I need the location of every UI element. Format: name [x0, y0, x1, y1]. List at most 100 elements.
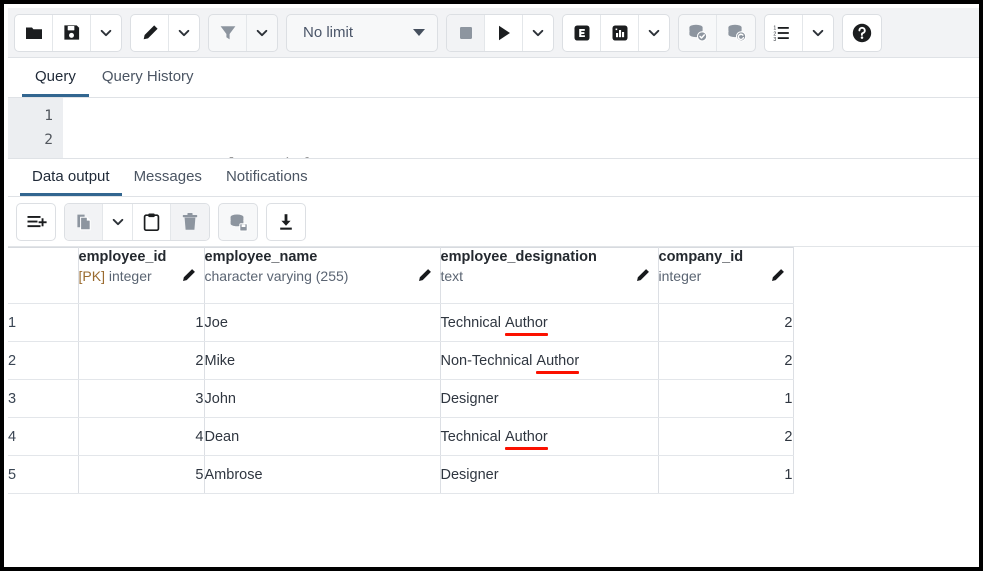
addrow-group: [16, 203, 56, 241]
column-type-text: text: [441, 268, 464, 284]
cell-employee-id[interactable]: 1: [78, 304, 204, 342]
pencil-edit-button[interactable]: [131, 15, 169, 51]
file-group: [14, 14, 122, 52]
cell-employee-designation[interactable]: Designer: [440, 380, 658, 418]
tab-data-output[interactable]: Data output: [20, 159, 122, 196]
cell-employee-designation[interactable]: Technical Author: [440, 304, 658, 342]
cell-employee-id[interactable]: 4: [78, 418, 204, 456]
cell-company-id[interactable]: 1: [658, 380, 793, 418]
execute-options-chevron-button[interactable]: [523, 15, 553, 51]
tab-notifications-label: Notifications: [226, 168, 308, 185]
save-button[interactable]: [53, 15, 91, 51]
cell-employee-id[interactable]: 5: [78, 456, 204, 494]
results-table-head: employee_id [PK] integer employee_name c…: [8, 248, 793, 304]
screenshot-frame: No limit: [0, 0, 983, 571]
row-header-corner: [8, 248, 78, 304]
help-button[interactable]: [843, 15, 881, 51]
column-type-text: character varying (255): [205, 268, 349, 284]
cell-employee-id[interactable]: 3: [78, 380, 204, 418]
row-limit-select[interactable]: No limit: [286, 14, 438, 52]
svg-text:3: 3: [773, 37, 776, 42]
cell-company-id[interactable]: 1: [658, 456, 793, 494]
delete-row-button[interactable]: [171, 204, 209, 240]
edit-column-pencil-icon[interactable]: [634, 267, 651, 288]
results-grid-container[interactable]: employee_id [PK] integer employee_name c…: [8, 247, 983, 494]
cell-employee-name[interactable]: Ambrose: [204, 456, 440, 494]
row-number: 1: [8, 304, 78, 342]
edit-column-pencil-icon[interactable]: [416, 267, 433, 288]
table-row[interactable]: 5 5 Ambrose Designer 1: [8, 456, 793, 494]
pgadmin-query-tool: No limit: [8, 8, 983, 571]
savedata-group: [218, 203, 258, 241]
column-name: employee_designation: [441, 248, 658, 267]
save-options-chevron-button[interactable]: [91, 15, 121, 51]
edit-group: [130, 14, 200, 52]
sql-code-area[interactable]: SELECT * FROM employee_info ORDER BY emp…: [63, 98, 983, 158]
tab-query-history[interactable]: Query History: [89, 58, 207, 97]
edit-column-pencil-icon[interactable]: [769, 267, 786, 288]
edit-column-pencil-icon[interactable]: [180, 267, 197, 288]
filter-options-chevron-button[interactable]: [247, 15, 277, 51]
cell-employee-id[interactable]: 2: [78, 342, 204, 380]
tab-messages-label: Messages: [134, 168, 202, 185]
cell-company-id[interactable]: 2: [658, 418, 793, 456]
designation-prefix: Technical: [441, 429, 505, 445]
edit-options-chevron-button[interactable]: [169, 15, 199, 51]
macros-group: 1 2 3: [764, 14, 834, 52]
cell-employee-name[interactable]: Mike: [204, 342, 440, 380]
macros-list-button[interactable]: 1 2 3: [765, 15, 803, 51]
cell-employee-designation[interactable]: Designer: [440, 456, 658, 494]
cell-employee-name[interactable]: Dean: [204, 418, 440, 456]
copy-options-chevron-button[interactable]: [103, 204, 133, 240]
explain-options-chevron-button[interactable]: [639, 15, 669, 51]
row-number: 4: [8, 418, 78, 456]
row-number: 5: [8, 456, 78, 494]
execute-button[interactable]: [485, 15, 523, 51]
explain-button[interactable]: [563, 15, 601, 51]
paste-button[interactable]: [133, 204, 171, 240]
download-group: [266, 203, 306, 241]
explain-analyze-button[interactable]: [601, 15, 639, 51]
line-number: 2: [8, 128, 53, 152]
commit-button[interactable]: [679, 15, 717, 51]
macros-options-chevron-button[interactable]: [803, 15, 833, 51]
query-tool-toolbar: No limit: [8, 8, 983, 58]
results-table: employee_id [PK] integer employee_name c…: [8, 247, 794, 494]
add-row-button[interactable]: [17, 204, 55, 240]
tab-messages[interactable]: Messages: [122, 159, 214, 196]
transaction-group: [678, 14, 756, 52]
help-group: [842, 14, 882, 52]
cell-employee-designation[interactable]: Non-Technical Author: [440, 342, 658, 380]
highlighted-word: Author: [505, 315, 548, 331]
copy-button[interactable]: [65, 204, 103, 240]
cell-company-id[interactable]: 2: [658, 304, 793, 342]
table-row[interactable]: 4 4 Dean Technical Author 2: [8, 418, 793, 456]
save-data-changes-button[interactable]: [219, 204, 257, 240]
rollback-button[interactable]: [717, 15, 755, 51]
explain-group: [562, 14, 670, 52]
stop-button[interactable]: [447, 15, 485, 51]
column-header-employee-id[interactable]: employee_id [PK] integer: [78, 248, 204, 304]
open-file-button[interactable]: [15, 15, 53, 51]
cell-employee-name[interactable]: John: [204, 380, 440, 418]
column-header-company-id[interactable]: company_id integer: [658, 248, 793, 304]
tab-query-label: Query: [35, 68, 76, 85]
tab-query[interactable]: Query: [22, 58, 89, 97]
filter-button[interactable]: [209, 15, 247, 51]
tab-query-history-label: Query History: [102, 68, 194, 85]
sql-editor[interactable]: 1 2 SELECT * FROM employee_info ORDER BY…: [8, 98, 983, 159]
cell-company-id[interactable]: 2: [658, 342, 793, 380]
filter-group: [208, 14, 278, 52]
designation-prefix: Non-Technical: [441, 353, 537, 369]
download-csv-button[interactable]: [267, 204, 305, 240]
table-row[interactable]: 2 2 Mike Non-Technical Author 2: [8, 342, 793, 380]
column-header-employee-designation[interactable]: employee_designation text: [440, 248, 658, 304]
tab-data-output-label: Data output: [32, 168, 110, 185]
cell-employee-designation[interactable]: Technical Author: [440, 418, 658, 456]
column-type-text: integer: [109, 268, 152, 284]
table-row[interactable]: 3 3 John Designer 1: [8, 380, 793, 418]
cell-employee-name[interactable]: Joe: [204, 304, 440, 342]
table-row[interactable]: 1 1 Joe Technical Author 2: [8, 304, 793, 342]
tab-notifications[interactable]: Notifications: [214, 159, 320, 196]
column-header-employee-name[interactable]: employee_name character varying (255): [204, 248, 440, 304]
